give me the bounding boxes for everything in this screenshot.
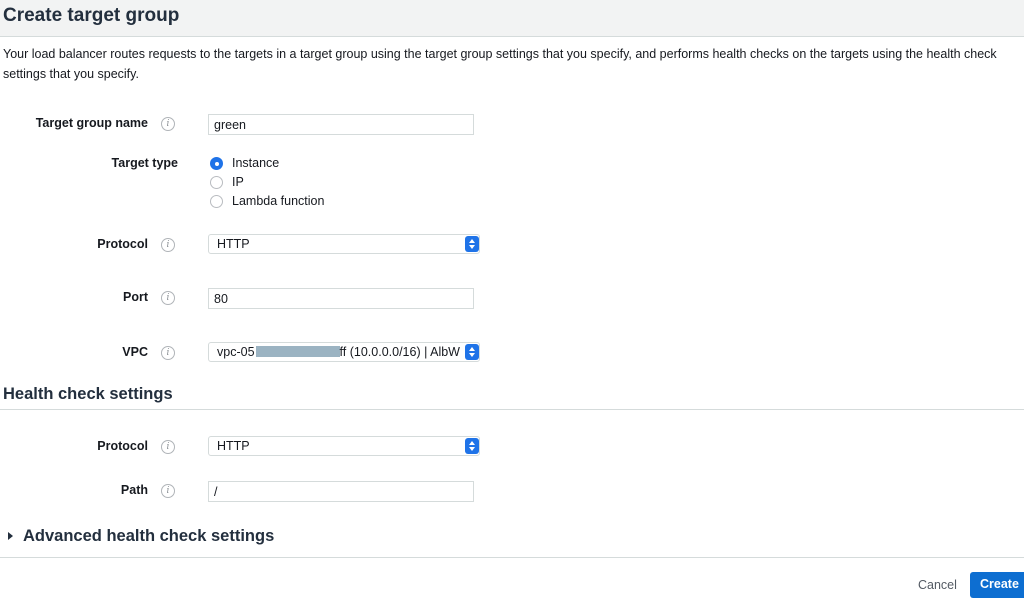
target-group-name-input[interactable] (208, 114, 474, 135)
radio-ip[interactable] (210, 176, 223, 189)
select-caret-icon (465, 438, 479, 454)
health-protocol-select[interactable]: HTTP (208, 436, 480, 456)
protocol-select-value: HTTP (217, 237, 250, 251)
create-button[interactable]: Create (970, 572, 1024, 598)
health-path-label: Path (120, 483, 148, 497)
health-path-input[interactable] (208, 481, 474, 502)
health-check-section-title: Health check settings (3, 385, 173, 403)
info-icon[interactable]: i (161, 440, 175, 454)
health-protocol-label: Protocol (97, 439, 148, 453)
select-caret-icon (465, 236, 479, 252)
protocol-select[interactable]: HTTP (208, 234, 480, 254)
vpc-select[interactable]: vpc-05 ff (10.0.0.0/16) | AlbW (208, 342, 480, 362)
health-protocol-select-value: HTTP (217, 439, 250, 453)
info-icon[interactable]: i (161, 291, 175, 305)
radio-ip-label[interactable]: IP (232, 175, 244, 189)
info-icon[interactable]: i (161, 346, 175, 360)
info-icon[interactable]: i (161, 117, 175, 131)
info-icon[interactable]: i (161, 238, 175, 252)
radio-instance-label[interactable]: Instance (232, 156, 279, 170)
target-type-label: Target type (111, 156, 178, 170)
target-group-name-label: Target group name (35, 116, 148, 130)
expand-triangle-icon[interactable] (8, 532, 13, 540)
redacted-block (255, 346, 340, 357)
page-description: Your load balancer routes requests to th… (3, 47, 997, 81)
footer-divider (0, 557, 1024, 558)
page-header: Create target group (0, 0, 1024, 37)
vpc-id-suffix: ff (10.0.0.0/16) | AlbW (339, 345, 460, 359)
info-icon[interactable]: i (161, 484, 175, 498)
radio-instance[interactable] (210, 157, 223, 170)
vpc-select-value: vpc-05 ff (10.0.0.0/16) | AlbW (217, 343, 460, 361)
protocol-label: Protocol (97, 237, 148, 251)
page-title: Create target group (3, 5, 180, 26)
select-caret-icon (465, 344, 479, 360)
section-divider (0, 409, 1024, 410)
advanced-health-check-toggle[interactable]: Advanced health check settings (23, 527, 274, 546)
port-input[interactable] (208, 288, 474, 309)
radio-lambda-label[interactable]: Lambda function (232, 194, 324, 208)
cancel-link[interactable]: Cancel (918, 578, 957, 592)
port-label: Port (123, 290, 148, 304)
vpc-id-prefix: vpc-05 (217, 345, 255, 359)
radio-lambda[interactable] (210, 195, 223, 208)
vpc-label: VPC (122, 345, 148, 359)
